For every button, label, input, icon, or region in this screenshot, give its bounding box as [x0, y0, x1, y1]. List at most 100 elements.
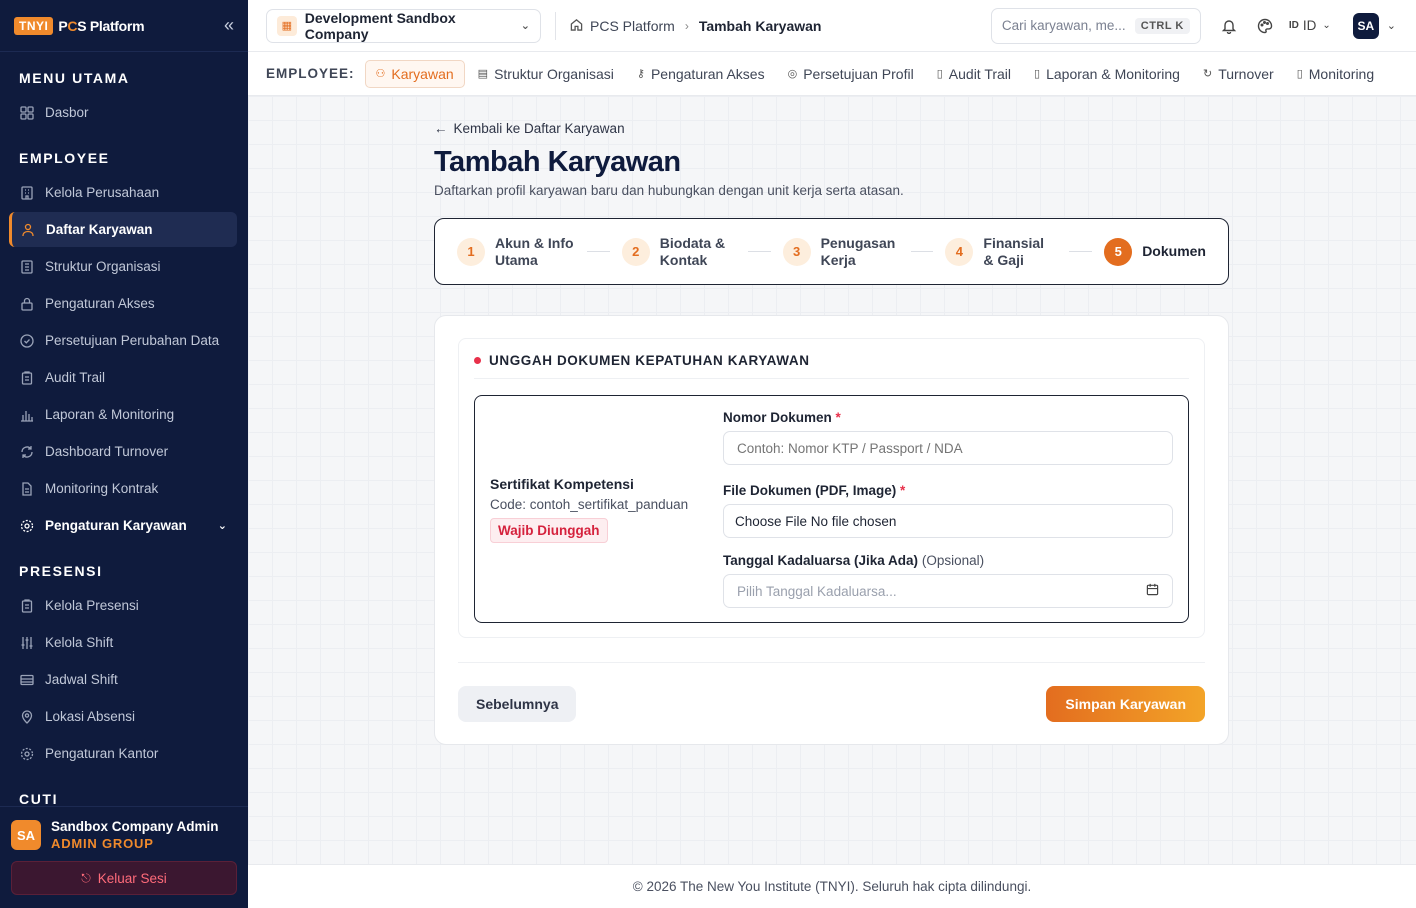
sidebar-item-kelola-shift[interactable]: Kelola Shift: [9, 625, 237, 660]
field-label: Nomor Dokumen *: [723, 410, 841, 425]
org-icon: [19, 259, 35, 275]
step-1[interactable]: 1 Akun & Info Utama: [457, 235, 575, 269]
sidebar-item-dashboard-turnover[interactable]: Dashboard Turnover: [9, 434, 237, 469]
logout-button[interactable]: ⎋ Keluar Sesi: [11, 861, 237, 895]
sidebar-item-kelola-perusahaan[interactable]: Kelola Perusahaan: [9, 175, 237, 210]
sidebar-item-pengaturan-kantor[interactable]: Pengaturan Kantor: [9, 736, 237, 771]
save-employee-button[interactable]: Simpan Karyawan: [1046, 686, 1205, 722]
form-card: UNGGAH DOKUMEN KEPATUHAN KARYAWAN Sertif…: [434, 315, 1229, 745]
sidebar-item-label: Jadwal Shift: [45, 672, 118, 687]
calendar-icon[interactable]: [1146, 583, 1159, 599]
tab-audit-trail[interactable]: ▯ Audit Trail: [927, 60, 1021, 88]
logout-icon: ⎋: [81, 870, 91, 885]
previous-button[interactable]: Sebelumnya: [458, 686, 577, 722]
language-label: ID: [1302, 18, 1317, 33]
bell-icon[interactable]: [1211, 18, 1247, 34]
check-circle-icon: ◎: [787, 68, 798, 80]
clipboard-icon: [19, 598, 35, 614]
tab-label: Monitoring: [1308, 65, 1375, 82]
document-fields: Nomor Dokumen * File Dokumen (PDF, Image…: [723, 410, 1173, 608]
tab-label: Struktur Organisasi: [494, 65, 614, 82]
tab-turnover[interactable]: ↻ Turnover: [1193, 60, 1284, 88]
breadcrumb-item[interactable]: PCS Platform: [590, 18, 675, 34]
sidebar-item-label: Kelola Perusahaan: [45, 185, 160, 200]
sidebar-nav[interactable]: MENU UTAMA Dasbor EMPLOYEE Kelola Perusa…: [0, 52, 248, 806]
company-name: Development Sandbox Company: [304, 9, 456, 42]
sidebar-item-kelola-presensi[interactable]: Kelola Presensi: [9, 588, 237, 623]
arrow-left-icon: ←: [434, 121, 448, 136]
sidebar: TNYI PCS Platform « MENU UTAMA Dasbor EM…: [0, 0, 248, 908]
step-label: Dokumen: [1142, 243, 1206, 259]
step-2[interactable]: 2 Biodata & Kontak: [621, 234, 736, 269]
tab-laporan-monitoring[interactable]: ▯ Laporan & Monitoring: [1024, 60, 1190, 88]
palette-icon[interactable]: [1247, 18, 1283, 34]
sidebar-item-struktur-organisasi[interactable]: Struktur Organisasi: [9, 249, 237, 284]
user-role: ADMIN GROUP: [51, 836, 154, 851]
tab-label: Audit Trail: [948, 65, 1012, 82]
search-input[interactable]: Cari karyawan, me... CTRL K: [990, 7, 1201, 44]
step-3[interactable]: 3 Penugasan Kerja: [782, 234, 899, 269]
tab-monitoring[interactable]: ▯ Monitoring: [1287, 60, 1384, 88]
dot-icon: [474, 357, 481, 364]
step-connector: [1069, 251, 1093, 252]
sidebar-item-daftar-karyawan[interactable]: Daftar Karyawan: [9, 212, 237, 247]
check-circle-icon: [19, 333, 35, 349]
step-label: Biodata & Kontak: [659, 234, 726, 268]
sidebar-item-label: Kelola Shift: [45, 635, 114, 650]
sidebar-item-dasbor[interactable]: Dasbor: [9, 95, 237, 130]
tab-struktur-organisasi[interactable]: ▤ Struktur Organisasi: [468, 60, 624, 88]
step-5[interactable]: 5 Dokumen: [1104, 237, 1206, 266]
step-4[interactable]: 4 Finansial & Gaji: [945, 235, 1057, 269]
sidebar-item-pengaturan-akses[interactable]: Pengaturan Akses: [9, 286, 237, 321]
company-select[interactable]: ▦ Development Sandbox Company ⌄: [266, 8, 541, 43]
sidebar-item-jadwal-shift[interactable]: Jadwal Shift: [9, 662, 237, 697]
step-connector: [587, 251, 610, 252]
gear-icon: [19, 518, 35, 534]
expiry-date-input[interactable]: Pilih Tanggal Kadaluarsa...: [723, 574, 1173, 608]
page-title: Tambah Karyawan: [434, 146, 681, 178]
step-number: 1: [457, 237, 485, 266]
sidebar-footer: SA Sandbox Company Admin ADMIN GROUP ⎋ K…: [0, 806, 248, 908]
refresh-icon: ↻: [1202, 68, 1213, 80]
home-icon[interactable]: [570, 18, 583, 34]
expiry-placeholder: Pilih Tanggal Kadaluarsa...: [737, 583, 897, 599]
sidebar-item-pengaturan-karyawan[interactable]: Pengaturan Karyawan ⌄: [9, 508, 237, 543]
step-connector: [910, 251, 934, 252]
tab-karyawan[interactable]: ⚇ Karyawan: [364, 59, 465, 88]
sidebar-item-lokasi-absensi[interactable]: Lokasi Absensi: [9, 699, 237, 734]
map-pin-icon: [19, 709, 35, 725]
document-number-input[interactable]: [723, 431, 1173, 465]
file-upload-input[interactable]: Choose File No file chosen: [723, 504, 1173, 538]
tab-pengaturan-akses[interactable]: ⚷ Pengaturan Akses: [627, 60, 775, 88]
sidebar-item-persetujuan[interactable]: Persetujuan Perubahan Data: [9, 323, 237, 358]
sidebar-item-label: Pengaturan Kantor: [45, 746, 159, 761]
document-section: UNGGAH DOKUMEN KEPATUHAN KARYAWAN Sertif…: [458, 338, 1205, 638]
copyright-text: © 2026 The New You Institute (TNYI). Sel…: [632, 879, 1032, 894]
back-link[interactable]: ← Kembali ke Daftar Karyawan: [434, 121, 1229, 136]
sidebar-item-laporan[interactable]: Laporan & Monitoring: [9, 397, 237, 432]
tab-persetujuan-profil[interactable]: ◎ Persetujuan Profil: [778, 60, 924, 88]
document-icon: ▯: [1296, 68, 1303, 80]
field-label: File Dokumen (PDF, Image) *: [723, 483, 906, 498]
sidebar-item-audit-trail[interactable]: Audit Trail: [9, 360, 237, 395]
sidebar-header: TNYI PCS Platform «: [0, 0, 248, 52]
logout-label: Keluar Sesi: [97, 870, 167, 886]
sidebar-section-title: MENU UTAMA: [19, 70, 130, 86]
module-subnav: EMPLOYEE: ⚇ Karyawan ▤ Struktur Organisasi…: [248, 52, 1416, 96]
tab-label: Laporan & Monitoring: [1046, 65, 1180, 82]
back-label: Kembali ke Daftar Karyawan: [453, 121, 625, 136]
step-label: Penugasan Kerja: [820, 234, 896, 268]
sidebar-item-label: Lokasi Absensi: [45, 709, 136, 724]
avatar[interactable]: SA: [1352, 12, 1379, 39]
divider: [555, 11, 556, 40]
sidebar-item-label: Laporan & Monitoring: [45, 407, 175, 422]
language-select[interactable]: ID ID ⌄: [1289, 18, 1331, 33]
users-icon: [20, 222, 36, 238]
sidebar-item-monitoring-kontrak[interactable]: Monitoring Kontrak: [9, 471, 237, 506]
chevron-down-icon: ⌄: [520, 20, 530, 32]
building-icon: ▦: [277, 15, 297, 36]
chevron-right-icon: ›: [684, 18, 689, 33]
user-profile[interactable]: SA Sandbox Company Admin ADMIN GROUP: [11, 819, 237, 851]
double-chevron-left-icon[interactable]: «: [224, 15, 234, 36]
chevron-down-icon[interactable]: ⌄: [1387, 19, 1396, 32]
